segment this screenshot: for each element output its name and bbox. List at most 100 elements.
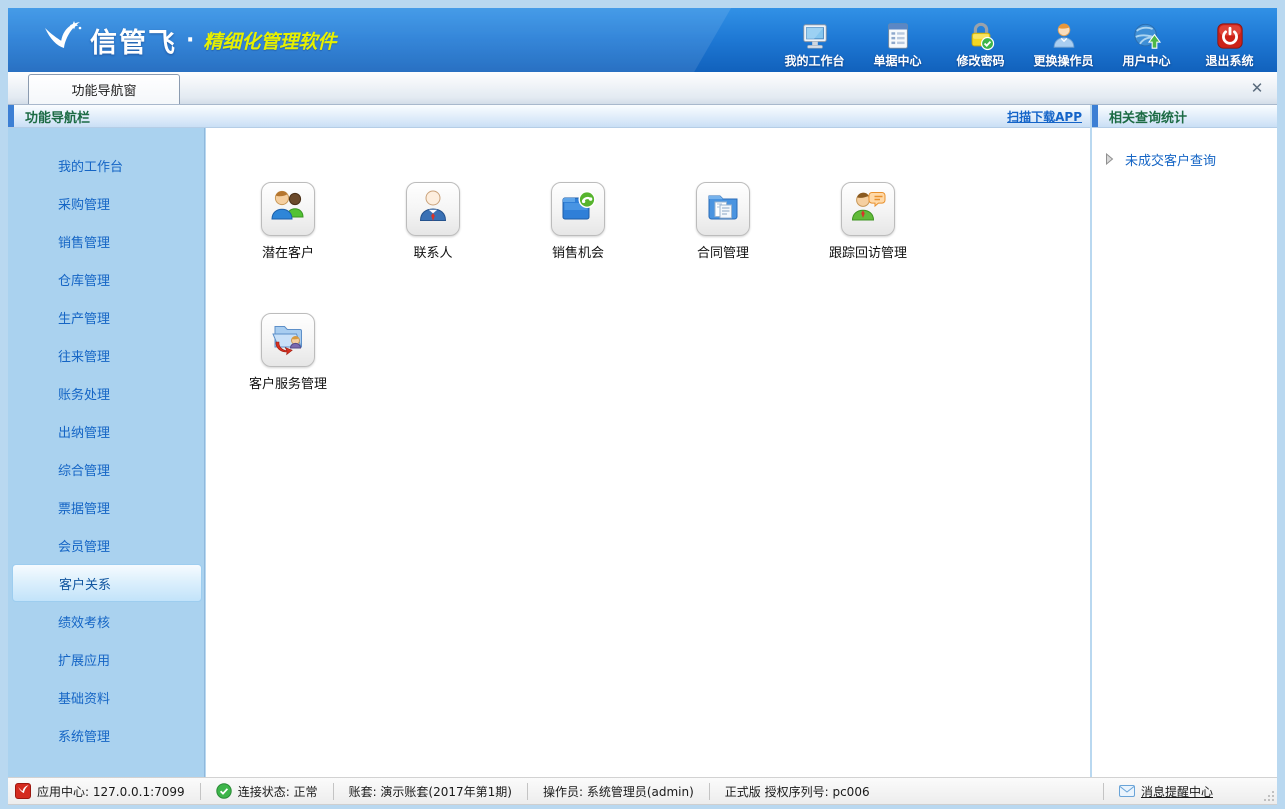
toolbar-item-label: 修改密码 bbox=[956, 52, 1004, 69]
sidebar-item[interactable]: 账务处理 bbox=[8, 374, 204, 412]
status-operator: 操作员: 系统管理员(admin) bbox=[527, 783, 709, 800]
status-account: 账套: 演示账套(2017年第1期) bbox=[333, 783, 527, 800]
header-accent-bar bbox=[1092, 105, 1098, 127]
monitor-icon bbox=[800, 21, 830, 51]
shortcut-label: 跟踪回访管理 bbox=[829, 242, 907, 261]
envelope-icon bbox=[1119, 783, 1135, 799]
sidebar-item[interactable]: 会员管理 bbox=[8, 526, 204, 564]
sidebar-item-label: 销售管理 bbox=[58, 232, 110, 251]
sidebar-item-label: 我的工作台 bbox=[58, 156, 123, 175]
shortcut-label: 合同管理 bbox=[697, 242, 749, 261]
toolbar-item[interactable]: 修改密码 bbox=[939, 21, 1022, 69]
status-license: 正式版 授权序列号: pc006 bbox=[709, 783, 885, 800]
connection-ok-icon bbox=[216, 783, 232, 799]
sidebar-item[interactable]: 仓库管理 bbox=[8, 260, 204, 298]
contract-icon bbox=[703, 187, 743, 231]
globe-arrow-icon bbox=[1132, 21, 1162, 51]
brand-name: 信管飞 bbox=[90, 21, 177, 60]
sidebar-item[interactable]: 我的工作台 bbox=[8, 146, 204, 184]
close-icon[interactable]: ✕ bbox=[1247, 78, 1267, 98]
sidebar-item-label: 扩展应用 bbox=[58, 650, 110, 669]
toolbar-item[interactable]: 用户中心 bbox=[1105, 21, 1188, 69]
shortcut-item[interactable]: 潜在客户 bbox=[248, 182, 328, 261]
status-message-center: 消息提醒中心 bbox=[1103, 783, 1277, 800]
stats-panel-header: 相关查询统计 bbox=[1092, 105, 1277, 128]
sidebar-item-label: 账务处理 bbox=[58, 384, 110, 403]
resize-grip-icon[interactable] bbox=[1263, 790, 1275, 802]
status-connection: 连接状态: 正常 bbox=[200, 783, 333, 800]
stats-query-item[interactable]: 未成交客户查询 bbox=[1092, 145, 1277, 173]
shortcut-item[interactable]: 联系人 bbox=[393, 182, 473, 261]
sidebar-item-label: 基础资料 bbox=[58, 688, 110, 707]
operator-icon bbox=[1049, 21, 1079, 51]
customer-service-icon bbox=[268, 318, 308, 362]
header-toolbar: 我的工作台 单据中心 修改密码 更换操作员 bbox=[773, 21, 1271, 69]
sales-opportunity-icon bbox=[558, 187, 598, 231]
sidebar-item[interactable]: 出纳管理 bbox=[8, 412, 204, 450]
sidebar-item[interactable]: 扩展应用 bbox=[8, 640, 204, 678]
shortcut-item[interactable]: 客户服务管理 bbox=[248, 313, 328, 392]
stats-panel-title: 相关查询统计 bbox=[1109, 107, 1187, 126]
brand-separator: · bbox=[186, 28, 194, 53]
tab-label: 功能导航窗 bbox=[71, 80, 136, 99]
document-list-icon bbox=[883, 21, 913, 51]
shortcut-label: 潜在客户 bbox=[262, 242, 314, 261]
toolbar-item-label: 退出系统 bbox=[1205, 52, 1253, 69]
title-bar: 信管飞 · 精细化管理软件 我的工作台 单据中心 修改密码 bbox=[8, 8, 1277, 72]
app-window: 信管飞 · 精细化管理软件 我的工作台 单据中心 修改密码 bbox=[0, 0, 1285, 809]
sidebar-item[interactable]: 客户关系 bbox=[12, 564, 202, 602]
main-content: 潜在客户 联系人 销售机会 合同管理 bbox=[206, 128, 1090, 777]
sidebar-item-label: 生产管理 bbox=[58, 308, 110, 327]
follow-up-icon bbox=[848, 187, 888, 231]
app-center-icon bbox=[15, 783, 31, 799]
tab-strip: 功能导航窗 ✕ bbox=[8, 72, 1277, 105]
sidebar-item-label: 会员管理 bbox=[58, 536, 110, 555]
status-operator-text: 操作员: 系统管理员(admin) bbox=[543, 783, 694, 800]
toolbar-item[interactable]: 我的工作台 bbox=[773, 21, 856, 69]
sidebar-item-label: 出纳管理 bbox=[58, 422, 110, 441]
sidebar-item[interactable]: 销售管理 bbox=[8, 222, 204, 260]
sidebar-item[interactable]: 生产管理 bbox=[8, 298, 204, 336]
sidebar-item-label: 综合管理 bbox=[58, 460, 110, 479]
sidebar-item-label: 系统管理 bbox=[58, 726, 110, 745]
tab-function-navigation[interactable]: 功能导航窗 bbox=[28, 74, 180, 104]
triangle-icon bbox=[1105, 153, 1114, 165]
toolbar-item[interactable]: 更换操作员 bbox=[1022, 21, 1105, 69]
toolbar-item[interactable]: 退出系统 bbox=[1188, 21, 1271, 69]
download-app-link[interactable]: 扫描下载APP bbox=[1007, 108, 1082, 125]
brand: 信管飞 · 精细化管理软件 bbox=[38, 18, 336, 62]
toolbar-item-label: 更换操作员 bbox=[1033, 52, 1093, 69]
status-app-center: 应用中心: 127.0.0.1:7099 bbox=[8, 783, 200, 800]
power-icon bbox=[1215, 21, 1245, 51]
brand-tagline: 精细化管理软件 bbox=[203, 27, 336, 54]
shortcut-item[interactable]: 合同管理 bbox=[683, 182, 763, 261]
shortcut-item[interactable]: 销售机会 bbox=[538, 182, 618, 261]
stats-panel: 未成交客户查询 bbox=[1092, 128, 1277, 777]
sidebar-item[interactable]: 采购管理 bbox=[8, 184, 204, 222]
sidebar-item-label: 票据管理 bbox=[58, 498, 110, 517]
sidebar-item[interactable]: 系统管理 bbox=[8, 716, 204, 754]
sidebar-item[interactable]: 往来管理 bbox=[8, 336, 204, 374]
shortcut-item[interactable]: 跟踪回访管理 bbox=[828, 182, 908, 261]
toolbar-item-label: 我的工作台 bbox=[784, 52, 844, 69]
sidebar-item[interactable]: 基础资料 bbox=[8, 678, 204, 716]
header-accent-bar bbox=[8, 105, 14, 127]
sidebar-item[interactable]: 票据管理 bbox=[8, 488, 204, 526]
message-center-link[interactable]: 消息提醒中心 bbox=[1141, 783, 1213, 800]
nav-panel-title: 功能导航栏 bbox=[25, 107, 90, 126]
sidebar: 我的工作台 采购管理 销售管理 仓库管理 生产管理 往来管理 账务处理 bbox=[8, 128, 205, 777]
status-account-text: 账套: 演示账套(2017年第1期) bbox=[349, 783, 512, 800]
status-license-text: 正式版 授权序列号: pc006 bbox=[725, 783, 870, 800]
toolbar-item[interactable]: 单据中心 bbox=[856, 21, 939, 69]
status-connection-text: 连接状态: 正常 bbox=[238, 783, 318, 800]
sidebar-item-label: 往来管理 bbox=[58, 346, 110, 365]
potential-customers-icon bbox=[268, 187, 308, 231]
nav-panel-header: 功能导航栏 扫描下载APP bbox=[8, 105, 1090, 128]
sidebar-item-label: 仓库管理 bbox=[58, 270, 110, 289]
shortcut-label: 销售机会 bbox=[552, 242, 604, 261]
toolbar-item-label: 单据中心 bbox=[873, 52, 921, 69]
sidebar-item[interactable]: 绩效考核 bbox=[8, 602, 204, 640]
sidebar-item[interactable]: 综合管理 bbox=[8, 450, 204, 488]
stats-query-label: 未成交客户查询 bbox=[1125, 150, 1216, 169]
sidebar-item-label: 绩效考核 bbox=[58, 612, 110, 631]
